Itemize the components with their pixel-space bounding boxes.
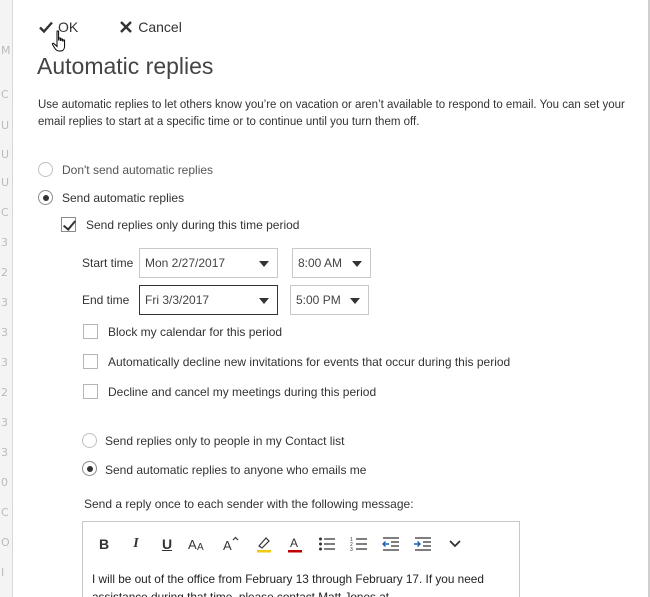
numbering-icon[interactable]: 123 bbox=[348, 534, 370, 554]
sidebar-fragment: U bbox=[1, 176, 10, 189]
page-description: Use automatic replies to let others know… bbox=[38, 97, 650, 131]
sidebar-fragment: O bbox=[1, 536, 10, 549]
cancel-label: Cancel bbox=[138, 19, 182, 35]
chevron-down-icon bbox=[259, 261, 269, 267]
font-size-icon[interactable]: AA bbox=[187, 534, 209, 554]
sidebar-fragment: U bbox=[1, 119, 10, 132]
start-date-dropdown[interactable]: Mon 2/27/2017 bbox=[139, 248, 278, 278]
start-time-dropdown[interactable]: 8:00 AM bbox=[292, 248, 371, 278]
sidebar-fragment: C bbox=[1, 206, 9, 219]
description-line: email replies to start at a specific tim… bbox=[38, 116, 420, 128]
cancel-meetings-checkbox[interactable] bbox=[83, 384, 98, 399]
svg-text:A: A bbox=[223, 538, 232, 552]
sidebar-fragment: 3 bbox=[1, 416, 8, 429]
sidebar-fragment: 3 bbox=[1, 296, 8, 309]
sidebar-fragment: 3 bbox=[1, 356, 8, 369]
chevron-down-icon bbox=[259, 298, 269, 304]
sidebar-fragment: I bbox=[1, 566, 5, 579]
send-automatic-replies-label: Send automatic replies bbox=[62, 191, 185, 205]
svg-text:A: A bbox=[290, 536, 298, 550]
svg-text:A: A bbox=[188, 537, 197, 552]
message-intro: Send a reply once to each sender with th… bbox=[84, 497, 414, 511]
decline-invitations-checkbox[interactable] bbox=[83, 354, 98, 369]
contacts-only-label: Send replies only to people in my Contac… bbox=[105, 434, 345, 448]
grow-font-icon[interactable]: A bbox=[220, 534, 242, 554]
block-calendar-label: Block my calendar for this period bbox=[108, 325, 283, 339]
end-date-dropdown[interactable]: Fri 3/3/2017 bbox=[139, 285, 278, 315]
dont-send-radio[interactable] bbox=[38, 162, 53, 177]
cancel-button[interactable]: Cancel bbox=[118, 19, 182, 35]
sidebar-fragment: 3 bbox=[1, 446, 8, 459]
left-panel-edge: M C U U U C 3 2 3 3 3 2 3 3 0 C O I bbox=[0, 0, 13, 597]
sidebar-fragment: 2 bbox=[1, 266, 8, 279]
sidebar-fragment: 3 bbox=[1, 326, 8, 339]
dont-send-label: Don't send automatic replies bbox=[62, 163, 214, 177]
underline-icon[interactable]: U bbox=[156, 534, 178, 554]
block-calendar-checkbox[interactable] bbox=[83, 324, 98, 339]
font-color-icon[interactable]: A bbox=[284, 534, 306, 554]
sidebar-fragment: 3 bbox=[1, 236, 8, 249]
end-time-dropdown[interactable]: 5:00 PM bbox=[290, 285, 369, 315]
description-line: Use automatic replies to let others know… bbox=[38, 99, 625, 111]
anyone-radio[interactable] bbox=[82, 461, 97, 476]
bold-icon[interactable]: B bbox=[93, 534, 115, 554]
message-line: I will be out of the office from Februar… bbox=[92, 572, 484, 586]
highlight-icon[interactable] bbox=[253, 534, 275, 554]
x-close-icon bbox=[118, 19, 134, 35]
italic-icon[interactable]: I bbox=[125, 534, 147, 554]
end-date-value: Fri 3/3/2017 bbox=[145, 293, 210, 307]
end-time-label: End time bbox=[82, 293, 130, 307]
svg-text:A: A bbox=[197, 542, 204, 552]
start-time-value: 8:00 AM bbox=[298, 256, 343, 270]
sidebar-fragment: 0 bbox=[1, 476, 8, 489]
more-options-icon[interactable] bbox=[444, 534, 466, 554]
hand-pointer-cursor-icon bbox=[51, 30, 66, 52]
send-automatic-replies-radio[interactable] bbox=[38, 190, 53, 205]
end-time-value: 5:00 PM bbox=[296, 293, 341, 307]
chevron-down-icon bbox=[350, 298, 360, 304]
decrease-indent-icon[interactable] bbox=[380, 534, 402, 554]
message-line: assistance during that time, please cont… bbox=[92, 590, 390, 597]
reply-message-body[interactable]: I will be out of the office from Februar… bbox=[92, 570, 512, 597]
sidebar-fragment: 2 bbox=[1, 386, 8, 399]
reply-message-editor[interactable]: B I U AA A A 123 I will be out of the of… bbox=[82, 521, 520, 597]
bullets-icon[interactable] bbox=[316, 534, 338, 554]
time-period-label: Send replies only during this time perio… bbox=[86, 218, 300, 232]
page-title: Automatic replies bbox=[37, 53, 214, 79]
decline-invitations-label: Automatically decline new invitations fo… bbox=[108, 355, 511, 369]
sidebar-fragment: M bbox=[1, 44, 11, 57]
anyone-label: Send automatic replies to anyone who ema… bbox=[105, 463, 367, 477]
svg-text:3: 3 bbox=[350, 547, 353, 552]
increase-indent-icon[interactable] bbox=[412, 534, 434, 554]
sidebar-fragment: U bbox=[1, 148, 10, 161]
time-period-checkbox[interactable] bbox=[61, 217, 76, 232]
sidebar-fragment: C bbox=[1, 506, 9, 519]
cancel-meetings-label: Decline and cancel my meetings during th… bbox=[108, 385, 377, 399]
contacts-only-radio[interactable] bbox=[82, 433, 97, 448]
sidebar-fragment: C bbox=[1, 88, 9, 101]
chevron-down-icon bbox=[352, 261, 362, 267]
start-date-value: Mon 2/27/2017 bbox=[145, 256, 226, 270]
start-time-label: Start time bbox=[82, 256, 134, 270]
